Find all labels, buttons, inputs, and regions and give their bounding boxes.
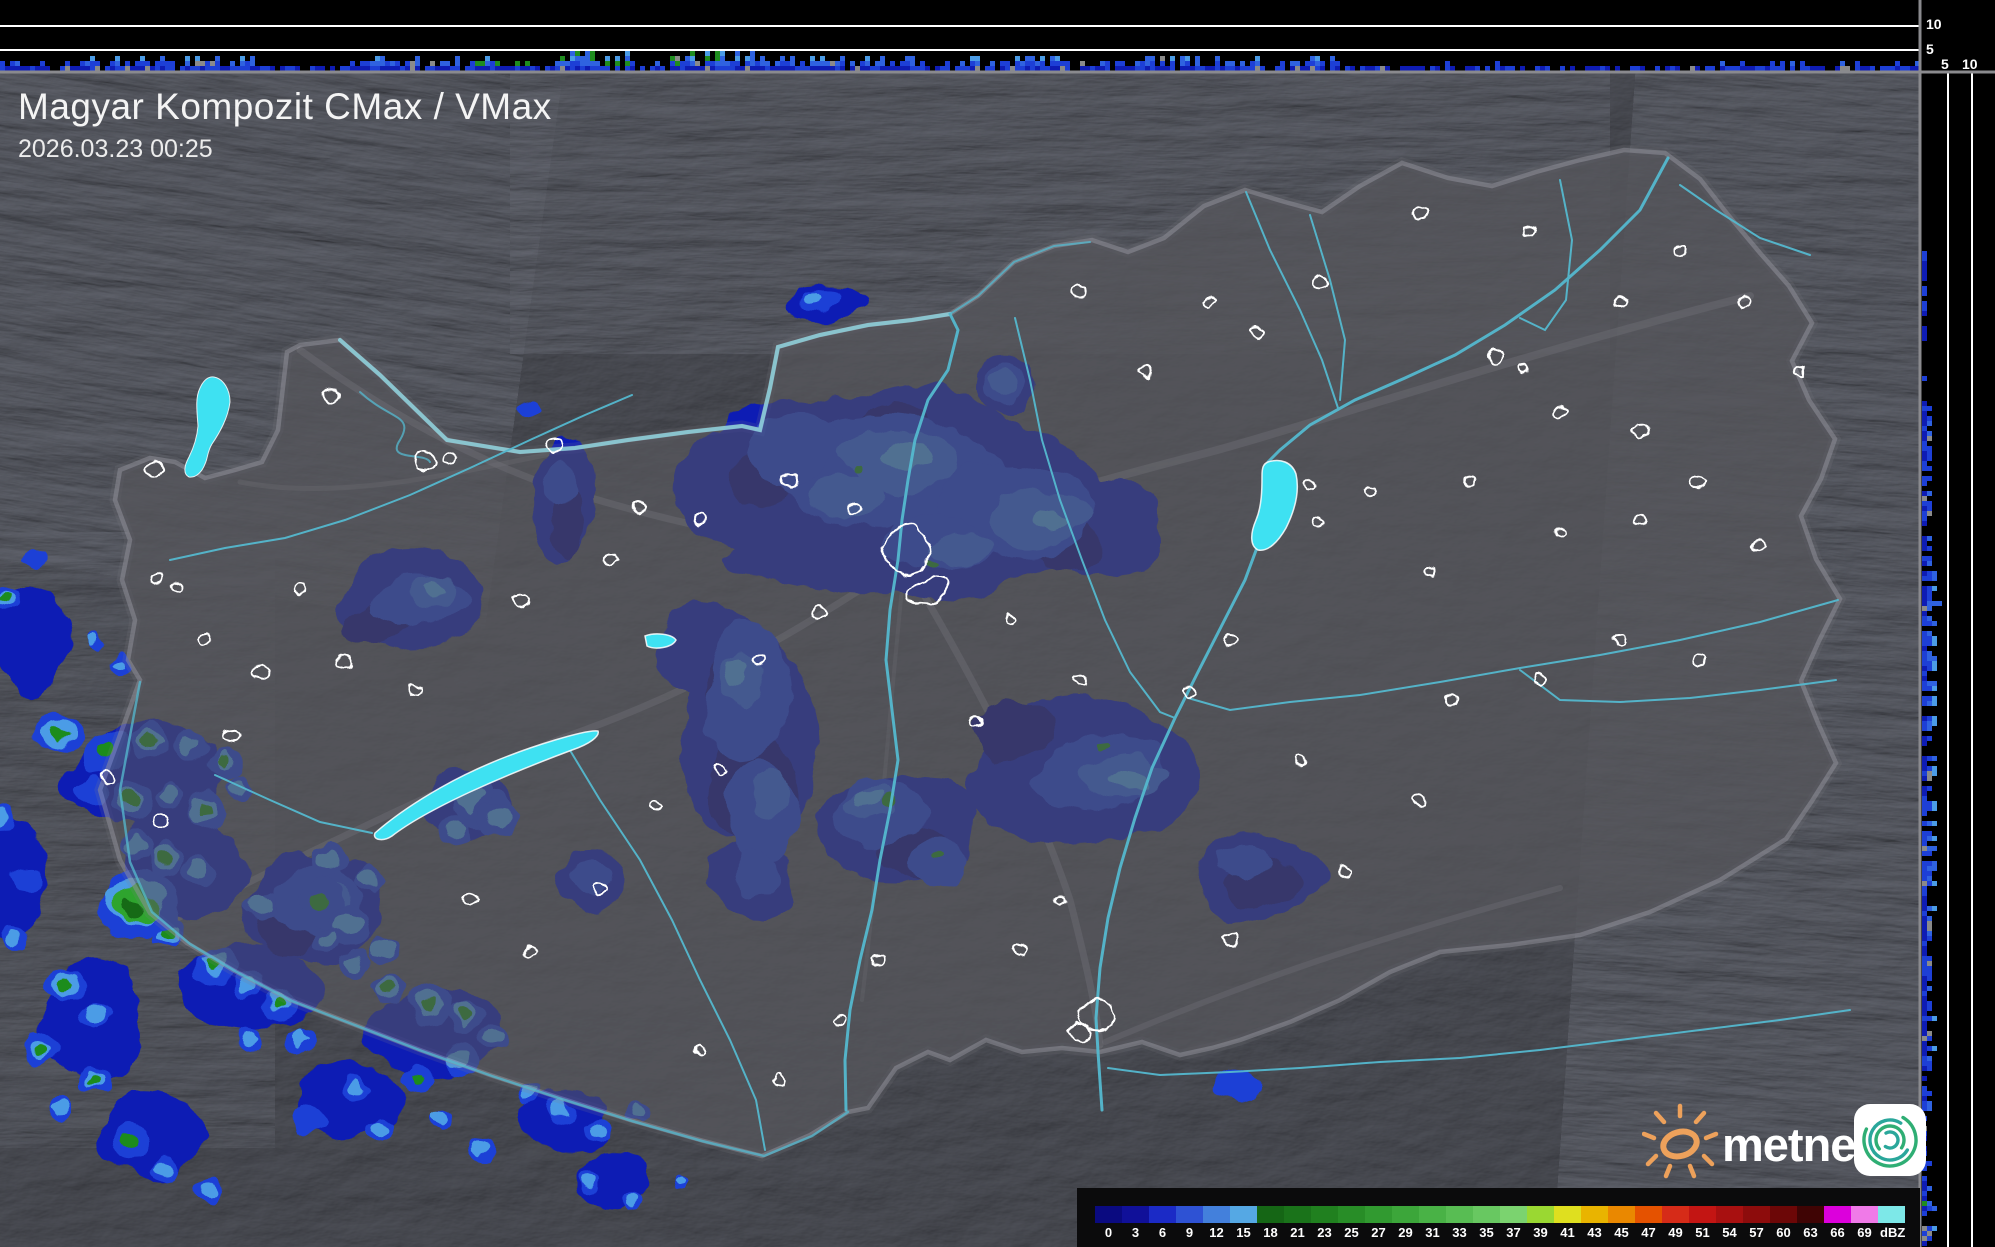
colorbar-tick-label: 31 xyxy=(1419,1225,1446,1240)
colorbar-tick-label: 12 xyxy=(1203,1225,1230,1240)
colorbar-tick-label: 41 xyxy=(1554,1225,1581,1240)
colorbar-tick-label: 60 xyxy=(1770,1225,1797,1240)
metnet-logo[interactable]: metnet xyxy=(1642,1098,1938,1186)
colorbar-segment xyxy=(1527,1206,1554,1223)
title-block: Magyar Kompozit CMax / VMax 2026.03.23 0… xyxy=(18,86,552,164)
colorbar-segment xyxy=(1095,1206,1122,1223)
page-title: Magyar Kompozit CMax / VMax xyxy=(18,86,552,129)
colorbar-tick-label: 3 xyxy=(1122,1225,1149,1240)
colorbar-tick-label: 18 xyxy=(1257,1225,1284,1240)
colorbar-segment xyxy=(1446,1206,1473,1223)
colorbar-tick-label: 69 xyxy=(1851,1225,1878,1240)
colorbar-tick-label: 51 xyxy=(1689,1225,1716,1240)
map-area xyxy=(0,0,1995,1247)
colorbar-segment xyxy=(1122,1206,1149,1223)
colorbar-tick-label: 43 xyxy=(1581,1225,1608,1240)
colorbar-segment xyxy=(1311,1206,1338,1223)
colorbar-segment xyxy=(1257,1206,1284,1223)
colorbar-tick-label: 9 xyxy=(1176,1225,1203,1240)
colorbar-tick-label: 37 xyxy=(1500,1225,1527,1240)
colorbar-tick-label: 6 xyxy=(1149,1225,1176,1240)
colorbar-tick-label: 35 xyxy=(1473,1225,1500,1240)
colorbar-tick-label: 63 xyxy=(1797,1225,1824,1240)
colorbar-segments xyxy=(1095,1206,1905,1223)
colorbar-tick-label: 49 xyxy=(1662,1225,1689,1240)
colorbar-tick-label: 45 xyxy=(1608,1225,1635,1240)
right-axis-label-10: 10 xyxy=(1962,57,1978,71)
radar-screen: Magyar Kompozit CMax / VMax 2026.03.23 0… xyxy=(0,0,1995,1247)
colorbar-segment xyxy=(1473,1206,1500,1223)
colorbar-segment xyxy=(1581,1206,1608,1223)
top-axis-label-10: 10 xyxy=(1926,17,1942,31)
colorbar-segment xyxy=(1851,1206,1878,1223)
colorbar-segment xyxy=(1689,1206,1716,1223)
colorbar-segment xyxy=(1338,1206,1365,1223)
colorbar-segment xyxy=(1392,1206,1419,1223)
colorbar-tick-label: 39 xyxy=(1527,1225,1554,1240)
colorbar-segment xyxy=(1419,1206,1446,1223)
logo-text: metnet xyxy=(1722,1118,1871,1171)
top-axis-label-5: 5 xyxy=(1926,42,1934,56)
colorbar-segment xyxy=(1635,1206,1662,1223)
colorbar-segment xyxy=(1554,1206,1581,1223)
colorbar-tick-label: 21 xyxy=(1284,1225,1311,1240)
colorbar-segment xyxy=(1743,1206,1770,1223)
colorbar-tick-label: 0 xyxy=(1095,1225,1122,1240)
colorbar-tick-label: dBZ xyxy=(1878,1225,1920,1240)
colorbar-segment xyxy=(1878,1206,1905,1223)
colorbar-tick-label: 27 xyxy=(1365,1225,1392,1240)
colorbar-segment xyxy=(1608,1206,1635,1223)
colorbar-segment xyxy=(1230,1206,1257,1223)
colorbar-segment xyxy=(1203,1206,1230,1223)
colorbar-tick-label: 33 xyxy=(1446,1225,1473,1240)
radar-map xyxy=(0,0,1995,1247)
colorbar-tick-label: 57 xyxy=(1743,1225,1770,1240)
colorbar-segment xyxy=(1284,1206,1311,1223)
colorbar-segment xyxy=(1149,1206,1176,1223)
timestamp: 2026.03.23 00:25 xyxy=(18,135,552,164)
colorbar-tick-label: 47 xyxy=(1635,1225,1662,1240)
sun-icon xyxy=(1644,1106,1716,1176)
colorbar-tick-label: 23 xyxy=(1311,1225,1338,1240)
colorbar-segment xyxy=(1797,1206,1824,1223)
colorbar-segment xyxy=(1176,1206,1203,1223)
colorbar-segment xyxy=(1716,1206,1743,1223)
colorbar-segment xyxy=(1500,1206,1527,1223)
colorbar-tick-label: 66 xyxy=(1824,1225,1851,1240)
right-axis-label-5: 5 xyxy=(1941,57,1949,71)
spiral-app-icon xyxy=(1854,1104,1926,1176)
colorbar-tick-label: 29 xyxy=(1392,1225,1419,1240)
colorbar-tick-label: 15 xyxy=(1230,1225,1257,1240)
colorbar-segment xyxy=(1365,1206,1392,1223)
colorbar-segment xyxy=(1770,1206,1797,1223)
colorbar-segment xyxy=(1662,1206,1689,1223)
colorbar-tick-label: 54 xyxy=(1716,1225,1743,1240)
colorbar-segment xyxy=(1824,1206,1851,1223)
dbz-colorbar: 0369121518212325272931333537394143454749… xyxy=(1077,1188,1920,1247)
colorbar-tick-label: 25 xyxy=(1338,1225,1365,1240)
colorbar-tick-labels: 0369121518212325272931333537394143454749… xyxy=(1095,1225,1920,1240)
